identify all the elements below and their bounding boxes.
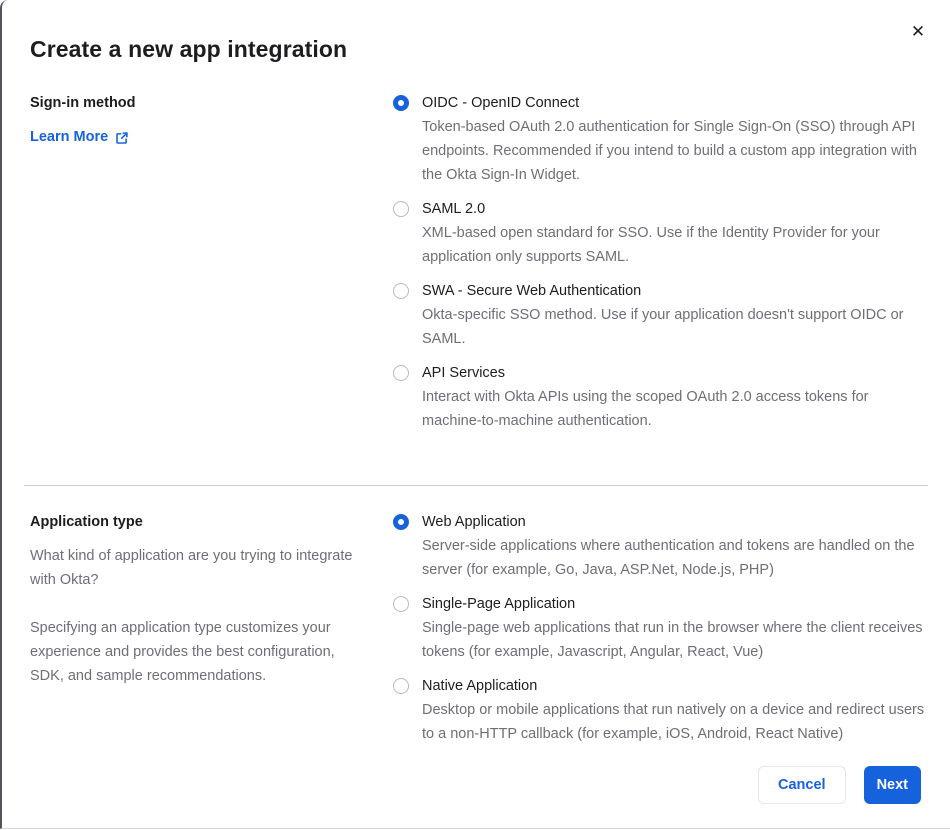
option-saml-label[interactable]: SAML 2.0 [422, 197, 928, 221]
option-api-services-label[interactable]: API Services [422, 361, 928, 385]
radio-saml[interactable] [393, 201, 409, 217]
option-oidc: OIDC - OpenID Connect Token-based OAuth … [393, 91, 928, 187]
dialog-header: Create a new app integration [2, 0, 950, 64]
option-single-page-application-text: Single-Page Application Single-page web … [422, 592, 928, 664]
option-native-application-text: Native Application Desktop or mobile app… [422, 674, 928, 746]
next-button[interactable]: Next [863, 766, 921, 804]
sign-in-method-section: Sign-in method Learn More OIDC - OpenID … [2, 91, 950, 443]
radio-web-application[interactable] [393, 514, 409, 530]
learn-more-label: Learn More [30, 129, 109, 145]
application-type-question: What kind of application are you trying … [30, 548, 353, 588]
option-web-application-description: Server-side applications where authentic… [422, 538, 915, 578]
option-single-page-application: Single-Page Application Single-page web … [393, 592, 928, 664]
application-type-label: Application type [30, 514, 143, 530]
section-divider [24, 485, 928, 486]
option-web-application-text: Web Application Server-side applications… [422, 510, 928, 582]
radio-single-page-application[interactable] [393, 596, 409, 612]
option-saml-text: SAML 2.0 XML-based open standard for SSO… [422, 197, 928, 269]
sign-in-method-options: OIDC - OpenID Connect Token-based OAuth … [393, 91, 928, 443]
option-native-application-label[interactable]: Native Application [422, 674, 928, 698]
option-web-application: Web Application Server-side applications… [393, 510, 928, 582]
option-swa-text: SWA - Secure Web Authentication Okta-spe… [422, 279, 928, 351]
external-link-icon [115, 131, 129, 145]
application-type-help-text: Specifying an application type customize… [30, 620, 335, 684]
option-api-services-text: API Services Interact with Okta APIs usi… [422, 361, 928, 433]
radio-swa[interactable] [393, 283, 409, 299]
radio-oidc[interactable] [393, 95, 409, 111]
option-single-page-application-description: Single-page web applications that run in… [422, 620, 923, 660]
option-swa-description: Okta-specific SSO method. Use if your ap… [422, 307, 904, 347]
page-title: Create a new app integration [30, 36, 348, 62]
option-saml: SAML 2.0 XML-based open standard for SSO… [393, 197, 928, 269]
option-native-application-description: Desktop or mobile applications that run … [422, 702, 925, 742]
application-type-section: Application type What kind of applicatio… [2, 510, 950, 756]
option-api-services-description: Interact with Okta APIs using the scoped… [422, 389, 869, 429]
option-swa: SWA - Secure Web Authentication Okta-spe… [393, 279, 928, 351]
application-type-options: Web Application Server-side applications… [393, 510, 928, 756]
close-icon[interactable]: ✕ [906, 20, 930, 44]
application-type-left-col: Application type What kind of applicatio… [30, 510, 393, 712]
option-swa-label[interactable]: SWA - Secure Web Authentication [422, 279, 928, 303]
option-single-page-application-label[interactable]: Single-Page Application [422, 592, 928, 616]
option-oidc-description: Token-based OAuth 2.0 authentication for… [422, 119, 917, 183]
cancel-button[interactable]: Cancel [758, 766, 846, 804]
create-app-integration-dialog: ✕ Create a new app integration Sign-in m… [0, 0, 950, 829]
option-oidc-label[interactable]: OIDC - OpenID Connect [422, 91, 928, 115]
sign-in-method-label: Sign-in method [30, 95, 136, 111]
learn-more-link[interactable]: Learn More [30, 125, 129, 149]
option-api-services: API Services Interact with Okta APIs usi… [393, 361, 928, 433]
option-saml-description: XML-based open standard for SSO. Use if … [422, 225, 880, 265]
option-native-application: Native Application Desktop or mobile app… [393, 674, 928, 746]
sign-in-method-left-col: Sign-in method Learn More [30, 91, 393, 149]
option-oidc-text: OIDC - OpenID Connect Token-based OAuth … [422, 91, 928, 187]
radio-native-application[interactable] [393, 678, 409, 694]
dialog-footer: Cancel Next [758, 766, 921, 804]
radio-api-services[interactable] [393, 365, 409, 381]
option-web-application-label[interactable]: Web Application [422, 510, 928, 534]
